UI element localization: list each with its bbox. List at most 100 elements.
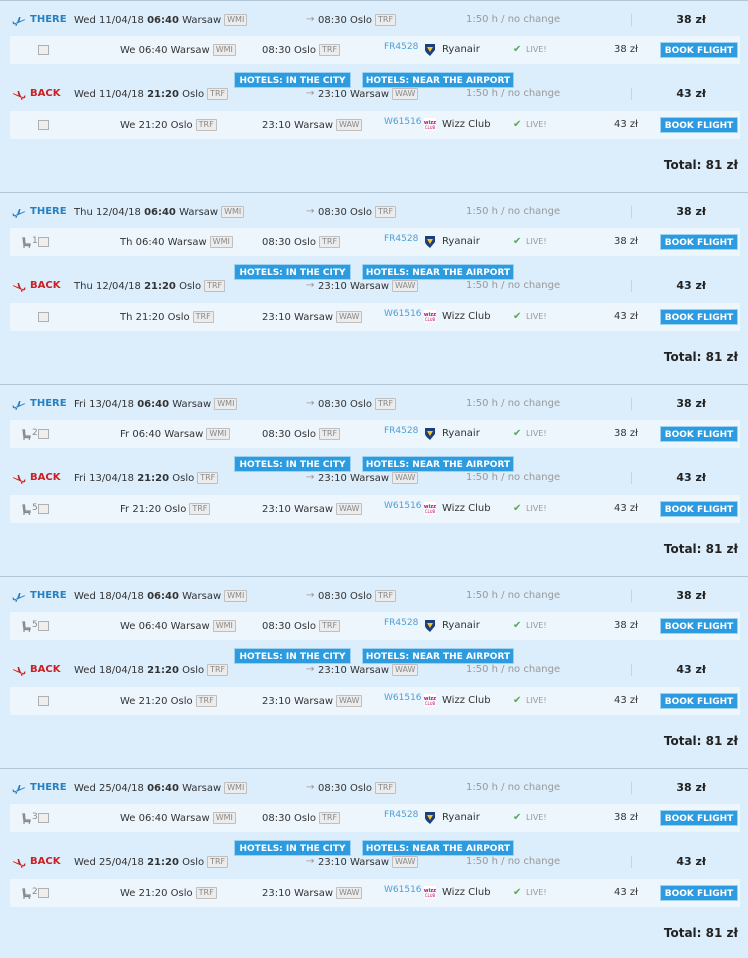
flight-number-link[interactable]: W61516 bbox=[384, 117, 422, 127]
book-flight-button[interactable]: BOOK FLIGHT bbox=[660, 618, 738, 634]
book-flight-button[interactable]: BOOK FLIGHT bbox=[660, 810, 738, 826]
separator bbox=[631, 782, 632, 794]
live-label: LIVE! bbox=[526, 888, 547, 897]
airport-code: TRF bbox=[375, 590, 397, 602]
detail-departure-city: Warsaw bbox=[164, 429, 204, 440]
leg-departure: Wed 11/04/18 21:20 Oslo TRF bbox=[74, 88, 229, 100]
leg-arrival-time: 23:10 bbox=[318, 89, 347, 100]
detail-day: Fr bbox=[120, 429, 130, 440]
svg-text:CLUB: CLUB bbox=[425, 701, 436, 706]
photo-icon bbox=[38, 696, 49, 706]
leg-departure: Thu 12/04/18 21:20 Oslo TRF bbox=[74, 280, 226, 292]
trip-card: THERE Wed 11/04/18 06:40 Warsaw WMI → 08:… bbox=[0, 0, 748, 190]
wizz-logo-icon: wizz CLUB bbox=[424, 118, 436, 131]
detail-price: 43 zł bbox=[614, 311, 638, 322]
plane-outbound-icon bbox=[12, 783, 26, 795]
seat-count: 2 bbox=[32, 887, 38, 897]
svg-text:CLUB: CLUB bbox=[425, 317, 436, 322]
check-icon: ✔ bbox=[513, 812, 522, 823]
direction-label: BACK bbox=[30, 472, 61, 483]
seat-icon bbox=[20, 621, 32, 633]
outbound-flight-detail: 3 We 06:40 Warsaw WMI 08:30 Oslo TRF FR452… bbox=[10, 804, 740, 832]
airport-code: TRF bbox=[319, 620, 341, 632]
leg-date: Fri 13/04/18 bbox=[74, 473, 135, 484]
leg-arrival-city: Oslo bbox=[350, 399, 372, 410]
leg-date: Wed 25/04/18 bbox=[74, 857, 144, 868]
airport-code: WMI bbox=[224, 14, 248, 26]
detail-arrival-city: Oslo bbox=[294, 813, 316, 824]
detail-price: 38 zł bbox=[614, 812, 638, 823]
detail-arrival-city: Warsaw bbox=[294, 696, 334, 707]
trip-card: THERE Wed 25/04/18 06:40 Warsaw WMI → 08:… bbox=[0, 768, 748, 958]
detail-day: We bbox=[120, 621, 136, 632]
detail-day: We bbox=[120, 120, 136, 131]
flight-number-link[interactable]: FR4528 bbox=[384, 234, 418, 244]
wizz-logo-icon: wizz CLUB bbox=[424, 694, 436, 707]
detail-departure-city: Oslo bbox=[167, 312, 190, 323]
airport-code: WAW bbox=[392, 472, 419, 484]
trip-card: THERE Fri 13/04/18 06:40 Warsaw WMI → 08:… bbox=[0, 384, 748, 574]
leg-price: 38 zł bbox=[676, 205, 706, 218]
airport-code: WAW bbox=[392, 88, 419, 100]
trip-total: Total: 81 zł bbox=[664, 542, 738, 556]
airline-name: Ryanair bbox=[442, 620, 480, 631]
detail-arrival: 23:10 Warsaw WAW bbox=[262, 887, 363, 899]
seat-count: 5 bbox=[32, 620, 38, 630]
book-flight-button[interactable]: BOOK FLIGHT bbox=[660, 501, 738, 517]
leg-date: Wed 25/04/18 bbox=[74, 783, 144, 794]
plane-return-icon bbox=[12, 473, 26, 485]
detail-arrival-city: Oslo bbox=[294, 237, 316, 248]
total-label: Total: bbox=[663, 734, 702, 748]
leg-departure: Fri 13/04/18 21:20 Oslo TRF bbox=[74, 472, 219, 484]
detail-departure-time: 21:20 bbox=[138, 888, 168, 899]
detail-departure-time: 21:20 bbox=[135, 312, 165, 323]
live-label: LIVE! bbox=[526, 504, 547, 513]
leg-duration: 1:50 h / no change bbox=[466, 398, 561, 409]
return-leg-row: BACK Wed 11/04/18 21:20 Oslo TRF → 23:10 … bbox=[0, 84, 748, 106]
svg-text:CLUB: CLUB bbox=[425, 509, 436, 514]
leg-departure: Fri 13/04/18 06:40 Warsaw WMI bbox=[74, 398, 238, 410]
flight-number-link[interactable]: FR4528 bbox=[384, 42, 418, 52]
flight-number-link[interactable]: W61516 bbox=[384, 693, 422, 703]
leg-date: Thu 12/04/18 bbox=[74, 281, 141, 292]
book-flight-button[interactable]: BOOK FLIGHT bbox=[660, 42, 738, 58]
leg-departure-time: 21:20 bbox=[147, 665, 179, 676]
seat-count: 1 bbox=[32, 236, 38, 246]
airport-code: TRF bbox=[207, 664, 229, 676]
book-flight-button[interactable]: BOOK FLIGHT bbox=[660, 426, 738, 442]
flight-number-link[interactable]: FR4528 bbox=[384, 426, 418, 436]
book-flight-button[interactable]: BOOK FLIGHT bbox=[660, 885, 738, 901]
airline-name: Ryanair bbox=[442, 236, 480, 247]
flight-number-link[interactable]: W61516 bbox=[384, 501, 422, 511]
book-flight-button[interactable]: BOOK FLIGHT bbox=[660, 234, 738, 250]
total-price: 81 zł bbox=[705, 158, 738, 172]
flight-number-link[interactable]: W61516 bbox=[384, 309, 422, 319]
photo-icon bbox=[38, 429, 49, 439]
trip-total: Total: 81 zł bbox=[664, 350, 738, 364]
detail-day: We bbox=[120, 696, 136, 707]
book-flight-button[interactable]: BOOK FLIGHT bbox=[660, 309, 738, 325]
return-flight-detail: We 21:20 Oslo TRF 23:10 Warsaw WAW W61516 … bbox=[10, 687, 740, 715]
book-flight-button[interactable]: BOOK FLIGHT bbox=[660, 117, 738, 133]
flight-number-link[interactable]: FR4528 bbox=[384, 810, 418, 820]
book-flight-button[interactable]: BOOK FLIGHT bbox=[660, 693, 738, 709]
outbound-leg-row: THERE Wed 11/04/18 06:40 Warsaw WMI → 08:… bbox=[0, 10, 748, 32]
direction-label: THERE bbox=[30, 590, 67, 601]
total-price: 81 zł bbox=[705, 734, 738, 748]
detail-departure-city: Warsaw bbox=[170, 621, 210, 632]
leg-departure-time: 21:20 bbox=[147, 89, 179, 100]
leg-date: Thu 12/04/18 bbox=[74, 207, 141, 218]
leg-duration: 1:50 h / no change bbox=[466, 472, 561, 483]
airline-name: Wizz Club bbox=[442, 887, 491, 898]
flight-number-link[interactable]: FR4528 bbox=[384, 618, 418, 628]
flight-number-link[interactable]: W61516 bbox=[384, 885, 422, 895]
leg-arrival: 23:10 Warsaw WAW bbox=[318, 664, 419, 676]
return-flight-detail: Th 21:20 Oslo TRF 23:10 Warsaw WAW W61516 … bbox=[10, 303, 740, 331]
leg-departure-city: Warsaw bbox=[182, 783, 222, 794]
airport-code: WMI bbox=[212, 812, 236, 824]
detail-departure: Th 06:40 Warsaw WMI bbox=[120, 236, 233, 248]
airline-name: Ryanair bbox=[442, 812, 480, 823]
leg-duration: 1:50 h / no change bbox=[466, 664, 561, 675]
detail-arrival-time: 08:30 bbox=[262, 45, 291, 56]
airport-code: TRF bbox=[319, 236, 341, 248]
